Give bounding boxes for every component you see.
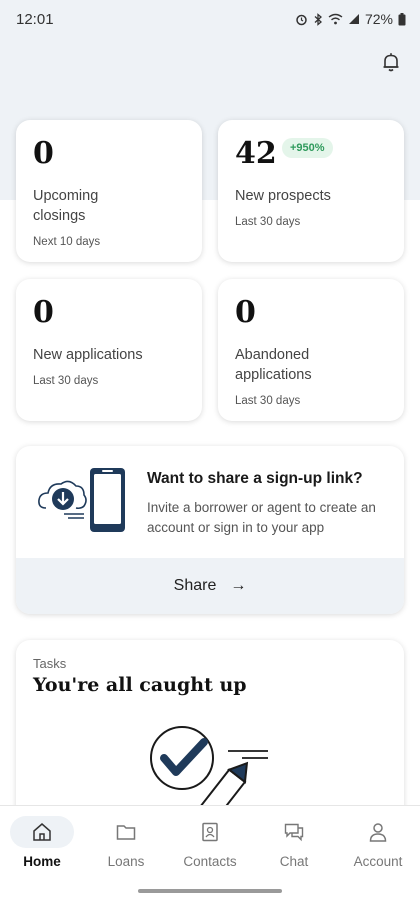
nav-item-chat[interactable]: Chat xyxy=(252,806,336,875)
stat-period: Last 30 days xyxy=(235,395,301,407)
status-time: 12:01 xyxy=(16,10,54,28)
share-title: Want to share a sign-up link? xyxy=(147,470,363,487)
status-icons: 72% xyxy=(295,11,406,27)
stat-period: Last 30 days xyxy=(33,375,99,387)
person-icon xyxy=(369,823,387,842)
battery-percent: 72% xyxy=(364,11,393,27)
share-description: Invite a borrower or agent to create an … xyxy=(147,500,376,535)
arrow-right-icon: → xyxy=(230,577,247,594)
stat-card-upcoming-closings[interactable]: 0 Upcoming closings Next 10 days xyxy=(16,120,202,262)
stat-label: Abandoned applications xyxy=(235,347,312,383)
nav-icon-container xyxy=(346,816,410,848)
nav-label: Chat xyxy=(279,854,309,869)
stat-card-abandoned-applications[interactable]: 0 Abandoned applications Last 30 days xyxy=(218,279,404,421)
nav-item-loans[interactable]: Loans xyxy=(84,806,168,875)
tasks-title: You're all caught up xyxy=(33,674,247,696)
chat-bubble-icon xyxy=(284,823,304,842)
nav-label: Home xyxy=(23,854,61,869)
nav-icon-container xyxy=(94,816,158,848)
share-button-label: Share xyxy=(173,577,217,594)
stat-card-new-prospects[interactable]: 42 +950% New prospects Last 30 days xyxy=(218,120,404,262)
nav-item-contacts[interactable]: Contacts xyxy=(168,806,252,875)
stat-value: 0 xyxy=(33,136,54,171)
status-bar: 12:01 72% xyxy=(0,0,420,38)
alarm-icon xyxy=(296,14,307,25)
contact-card-icon xyxy=(202,822,218,842)
stat-period: Last 30 days xyxy=(235,216,301,228)
bluetooth-icon xyxy=(314,12,322,26)
stat-label: New prospects xyxy=(235,188,331,204)
nav-icon-container xyxy=(178,816,242,848)
nav-item-home[interactable]: Home xyxy=(0,806,84,875)
share-button[interactable]: Share → xyxy=(16,558,404,614)
share-signup-card: Want to share a sign-up link? Invite a b… xyxy=(16,446,404,614)
home-indicator-bar[interactable] xyxy=(138,889,282,893)
battery-icon xyxy=(398,12,406,25)
stat-label: Upcoming closings xyxy=(33,188,99,224)
tasks-section-label: Tasks xyxy=(33,656,67,671)
stat-period: Next 10 days xyxy=(33,236,101,248)
stat-card-new-applications[interactable]: 0 New applications Last 30 days xyxy=(16,279,202,421)
wifi-icon xyxy=(328,13,343,25)
growth-badge: +950% xyxy=(282,138,333,158)
bottom-navigation: Home Loans Contacts Chat Account xyxy=(0,805,420,875)
home-icon xyxy=(33,823,51,841)
stat-label: New applications xyxy=(33,347,143,363)
nav-icon-container xyxy=(10,816,74,848)
nav-label: Account xyxy=(353,854,403,869)
stat-value: 0 xyxy=(235,295,256,330)
cloud-download-phone-illustration xyxy=(38,468,125,532)
stat-value: 0 xyxy=(33,295,54,330)
nav-icon-container xyxy=(262,816,326,848)
nav-item-account[interactable]: Account xyxy=(336,806,420,875)
folder-icon xyxy=(116,825,136,840)
notification-bell-icon[interactable] xyxy=(379,50,403,74)
nav-label: Loans xyxy=(107,854,145,869)
signal-icon xyxy=(348,14,359,24)
nav-label: Contacts xyxy=(183,854,237,869)
